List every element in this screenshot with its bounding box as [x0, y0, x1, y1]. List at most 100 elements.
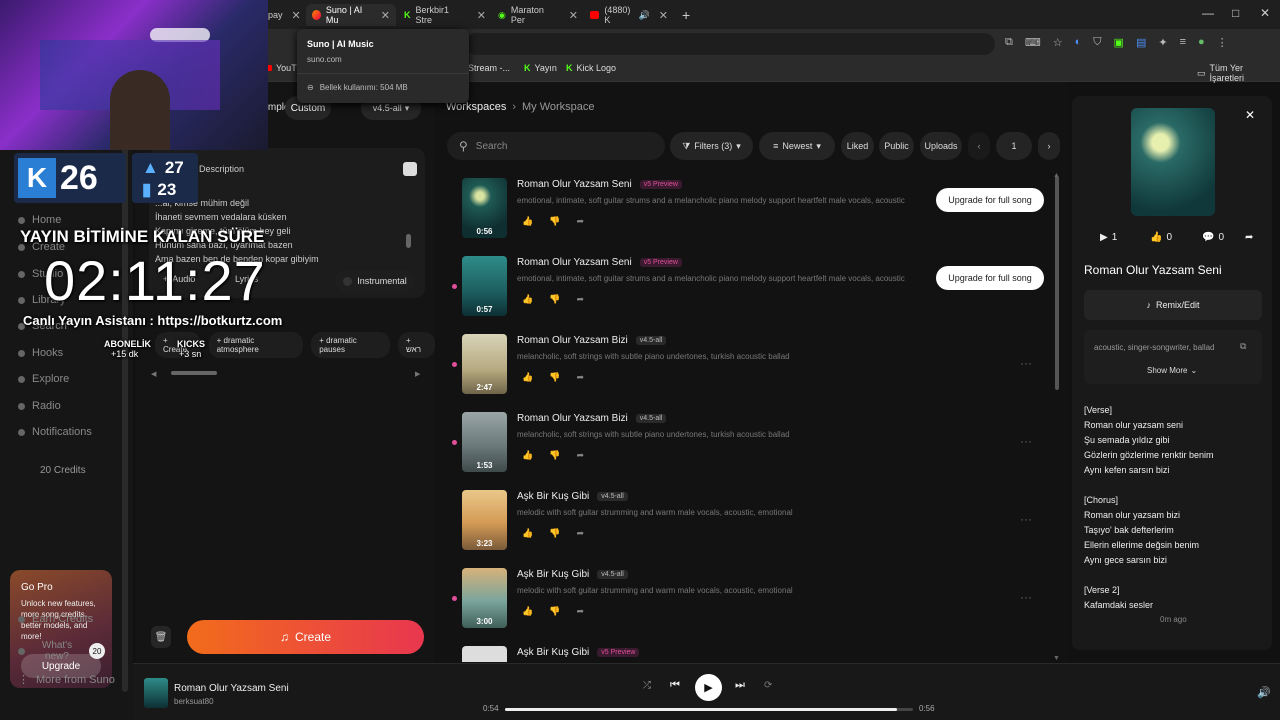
copy-icon[interactable]: ⧉: [1240, 341, 1246, 352]
bookmark-youtube[interactable]: YouTu: [264, 63, 301, 73]
sidebar-item-home[interactable]: Home: [18, 214, 61, 226]
sidebar-item-hooks[interactable]: Hooks: [18, 347, 63, 359]
remix-edit-button[interactable]: ♪ Remix/Edit: [1084, 290, 1262, 320]
shuffle-icon[interactable]: ⤮: [643, 680, 651, 691]
close-icon[interactable]: ✕: [569, 9, 578, 22]
chip-dramatic-atmosphere[interactable]: + dramatic atmosphere: [208, 332, 304, 358]
share-icon[interactable]: ➦: [1245, 232, 1253, 243]
song-cover[interactable]: 2:47: [462, 334, 507, 394]
close-icon[interactable]: ✕: [1245, 108, 1261, 124]
thumbs-down-icon[interactable]: 👎: [549, 528, 560, 539]
close-icon[interactable]: ✕: [477, 9, 486, 22]
player-artist[interactable]: berksuat80: [174, 697, 214, 706]
chip-dramatic-pauses[interactable]: + dramatic pauses: [311, 332, 391, 358]
uploads-filter[interactable]: Uploads: [920, 132, 962, 160]
song-row[interactable]: 2:47 Roman Olur Yazsam Bizi v4.5-all mela…: [452, 334, 1052, 396]
player-title[interactable]: Roman Olur Yazsam Seni: [174, 683, 289, 694]
bookmark-kick-logo[interactable]: K Kick Logo: [566, 63, 616, 73]
new-tab-button[interactable]: +: [676, 4, 696, 26]
thumbs-up-icon[interactable]: 👍: [522, 372, 533, 383]
thumbs-down-icon[interactable]: 👎: [549, 372, 560, 383]
thumbs-up-icon[interactable]: 👍: [522, 450, 533, 461]
song-cover[interactable]: 0:56: [462, 178, 507, 238]
thumbs-up-icon[interactable]: 👍: [522, 294, 533, 305]
song-cover[interactable]: 0:57: [462, 256, 507, 316]
song-cover[interactable]: 3:00: [462, 568, 507, 628]
song-title[interactable]: Roman Olur Yazsam Bizi: [517, 335, 628, 346]
song-row[interactable]: 1:53 Roman Olur Yazsam Bizi v4.5-all mela…: [452, 412, 1052, 474]
next-icon[interactable]: ⏭: [735, 679, 745, 692]
thumbs-down-icon[interactable]: 👎: [549, 606, 560, 617]
bookmark-yayin[interactable]: K Yayın: [524, 63, 557, 73]
tab-maraton[interactable]: ◉ Maraton Per ✕: [492, 4, 584, 26]
thumbs-up-icon[interactable]: 👍: [522, 528, 533, 539]
sidebar-item-whats-new[interactable]: What's new? 20: [18, 640, 105, 662]
tab-youtube[interactable]: (4880) K 🔊 ✕: [584, 4, 674, 26]
upgrade-full-song-button[interactable]: Upgrade for full song: [936, 188, 1044, 212]
cast-icon[interactable]: ⧉: [1005, 36, 1013, 49]
profile-icon[interactable]: ●: [1198, 36, 1205, 49]
sidebar-item-explore[interactable]: Explore: [18, 373, 69, 385]
more-options-icon[interactable]: ···: [1020, 434, 1032, 448]
public-filter[interactable]: Public: [879, 132, 914, 160]
close-icon[interactable]: ✕: [381, 9, 390, 22]
song-title[interactable]: Roman Olur Yazsam Seni: [517, 257, 632, 268]
more-options-icon[interactable]: ···: [1020, 356, 1032, 370]
song-cover-large[interactable]: [1131, 108, 1215, 216]
song-row[interactable]: 3:23 Aşk Bir Kuş Gibi v4.5-all melodic wi…: [462, 490, 1052, 552]
volume-icon[interactable]: 🔊: [1257, 686, 1271, 699]
song-title[interactable]: Aşk Bir Kuş Gibi: [517, 569, 589, 580]
filters-button[interactable]: ⧩ Filters (3) ▾: [670, 132, 753, 160]
url-field[interactable]: [465, 33, 995, 55]
share-icon[interactable]: ➦: [576, 528, 584, 539]
expand-icon[interactable]: [403, 162, 417, 176]
comment-count[interactable]: 💬 0: [1202, 232, 1224, 243]
menu-list-icon[interactable]: ≡: [1180, 36, 1186, 49]
lyrics-scrollbar[interactable]: [406, 234, 411, 248]
share-icon[interactable]: ➦: [576, 606, 584, 617]
thumbs-down-icon[interactable]: 👎: [549, 216, 560, 227]
sidebar-item-radio[interactable]: Radio: [18, 400, 61, 412]
player-cover[interactable]: [144, 678, 168, 708]
song-title[interactable]: Aşk Bir Kuş Gibi: [517, 491, 589, 502]
song-cover[interactable]: [462, 646, 507, 662]
song-title[interactable]: Roman Olur Yazsam Seni: [517, 179, 632, 190]
share-icon[interactable]: ➦: [576, 372, 584, 383]
sidebar-item-notifications[interactable]: Notifications: [18, 426, 92, 438]
scroll-up-icon[interactable]: ▲: [1053, 172, 1060, 179]
search-input[interactable]: ⚲ Search: [447, 132, 665, 160]
window-close-icon[interactable]: ✕: [1260, 6, 1270, 20]
bookmark-stream[interactable]: Stream -...: [468, 63, 510, 73]
instrumental-toggle[interactable]: Instrumental: [335, 270, 415, 292]
all-bookmarks[interactable]: ▭ Tüm Yer İşaretleri: [1197, 63, 1280, 83]
song-cover[interactable]: 1:53: [462, 412, 507, 472]
shield-icon[interactable]: ⛉: [1093, 36, 1101, 49]
scroll-down-icon[interactable]: ▼: [1053, 655, 1060, 662]
more-vert-icon[interactable]: ⋮: [1217, 36, 1228, 49]
share-icon[interactable]: ➦: [576, 450, 584, 461]
thumbs-up-icon[interactable]: 👍: [522, 216, 533, 227]
create-button[interactable]: ♫ Create: [187, 620, 424, 654]
tab-1[interactable]: pay ✕: [262, 4, 304, 26]
translate-icon[interactable]: ⌨: [1025, 36, 1041, 49]
play-button[interactable]: ▶: [695, 674, 722, 701]
thumbs-down-icon[interactable]: 👎: [549, 450, 560, 461]
thumbs-down-icon[interactable]: 👎: [549, 294, 560, 305]
extension-icon[interactable]: ▣: [1114, 36, 1124, 49]
extension-icon[interactable]: ▤: [1136, 36, 1146, 49]
extension-icon[interactable]: ◐: [1075, 36, 1082, 49]
upgrade-full-song-button[interactable]: Upgrade for full song: [936, 266, 1044, 290]
share-icon[interactable]: ➦: [576, 216, 584, 227]
tab-kick[interactable]: K Berkbir1 Stre ✕: [398, 4, 492, 26]
previous-icon[interactable]: ⏮: [670, 679, 680, 692]
share-icon[interactable]: ➦: [576, 294, 584, 305]
sidebar-item-more-from-suno[interactable]: ⋮ More from Suno: [18, 673, 115, 687]
more-options-icon[interactable]: ···: [1020, 512, 1032, 526]
thumbs-up-icon[interactable]: 👍: [522, 606, 533, 617]
trash-icon[interactable]: 🗑: [151, 626, 171, 648]
tab-suno[interactable]: Suno | AI Mu ✕: [306, 4, 396, 26]
sort-button[interactable]: ≡ Newest ▾: [759, 132, 835, 160]
next-page-icon[interactable]: ›: [1038, 132, 1060, 160]
chip-hebrew[interactable]: + ראש: [398, 332, 435, 358]
song-row[interactable]: 3:00 Aşk Bir Kuş Gibi v4.5-all melodic wi…: [452, 568, 1052, 630]
